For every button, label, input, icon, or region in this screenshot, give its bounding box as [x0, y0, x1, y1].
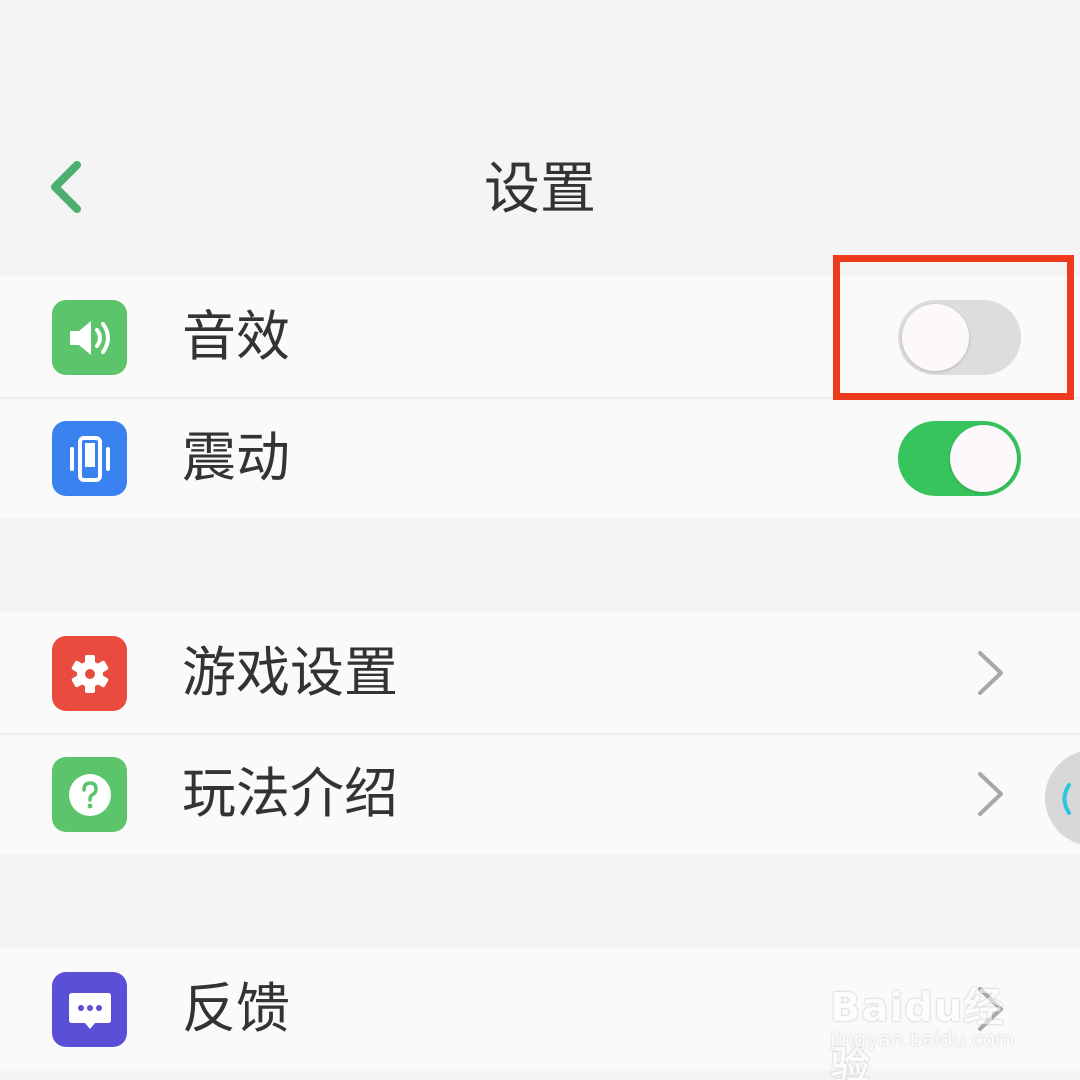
settings-row-vibration: 震动	[0, 397, 1080, 518]
speaker-icon	[52, 300, 127, 375]
settings-row-game-settings[interactable]: 游戏设置	[0, 612, 1080, 733]
chevron-right-icon	[978, 772, 1003, 816]
settings-page: 设置 音效 震动 游戏设置 玩法介绍 反馈 Baidu经验 jingyan.ba…	[0, 0, 1080, 1080]
watermark-url: jingyan.baidu.com	[830, 1027, 1015, 1051]
watermark: Baidu经验 jingyan.baidu.com	[830, 965, 1030, 1080]
toggle-knob	[950, 425, 1017, 492]
help-icon	[52, 757, 127, 832]
vibration-toggle[interactable]	[898, 421, 1021, 496]
game-settings-label: 游戏设置	[182, 641, 398, 704]
settings-row-how-to-play[interactable]: 玩法介绍	[0, 733, 1080, 854]
highlight-box	[833, 255, 1074, 400]
page-title: 设置	[484, 157, 596, 222]
gear-icon	[52, 636, 127, 711]
chevron-right-icon	[978, 651, 1003, 695]
nav-bar: 设置	[0, 130, 1080, 250]
vibration-label: 震动	[182, 426, 290, 489]
vibrate-icon	[52, 421, 127, 496]
feedback-label: 反馈	[182, 977, 290, 1040]
arc-icon	[1062, 783, 1071, 815]
how-to-play-label: 玩法介绍	[182, 762, 398, 825]
sound-label: 音效	[182, 305, 290, 368]
feedback-icon	[52, 972, 127, 1047]
settings-group-game: 游戏设置 玩法介绍	[0, 612, 1080, 854]
